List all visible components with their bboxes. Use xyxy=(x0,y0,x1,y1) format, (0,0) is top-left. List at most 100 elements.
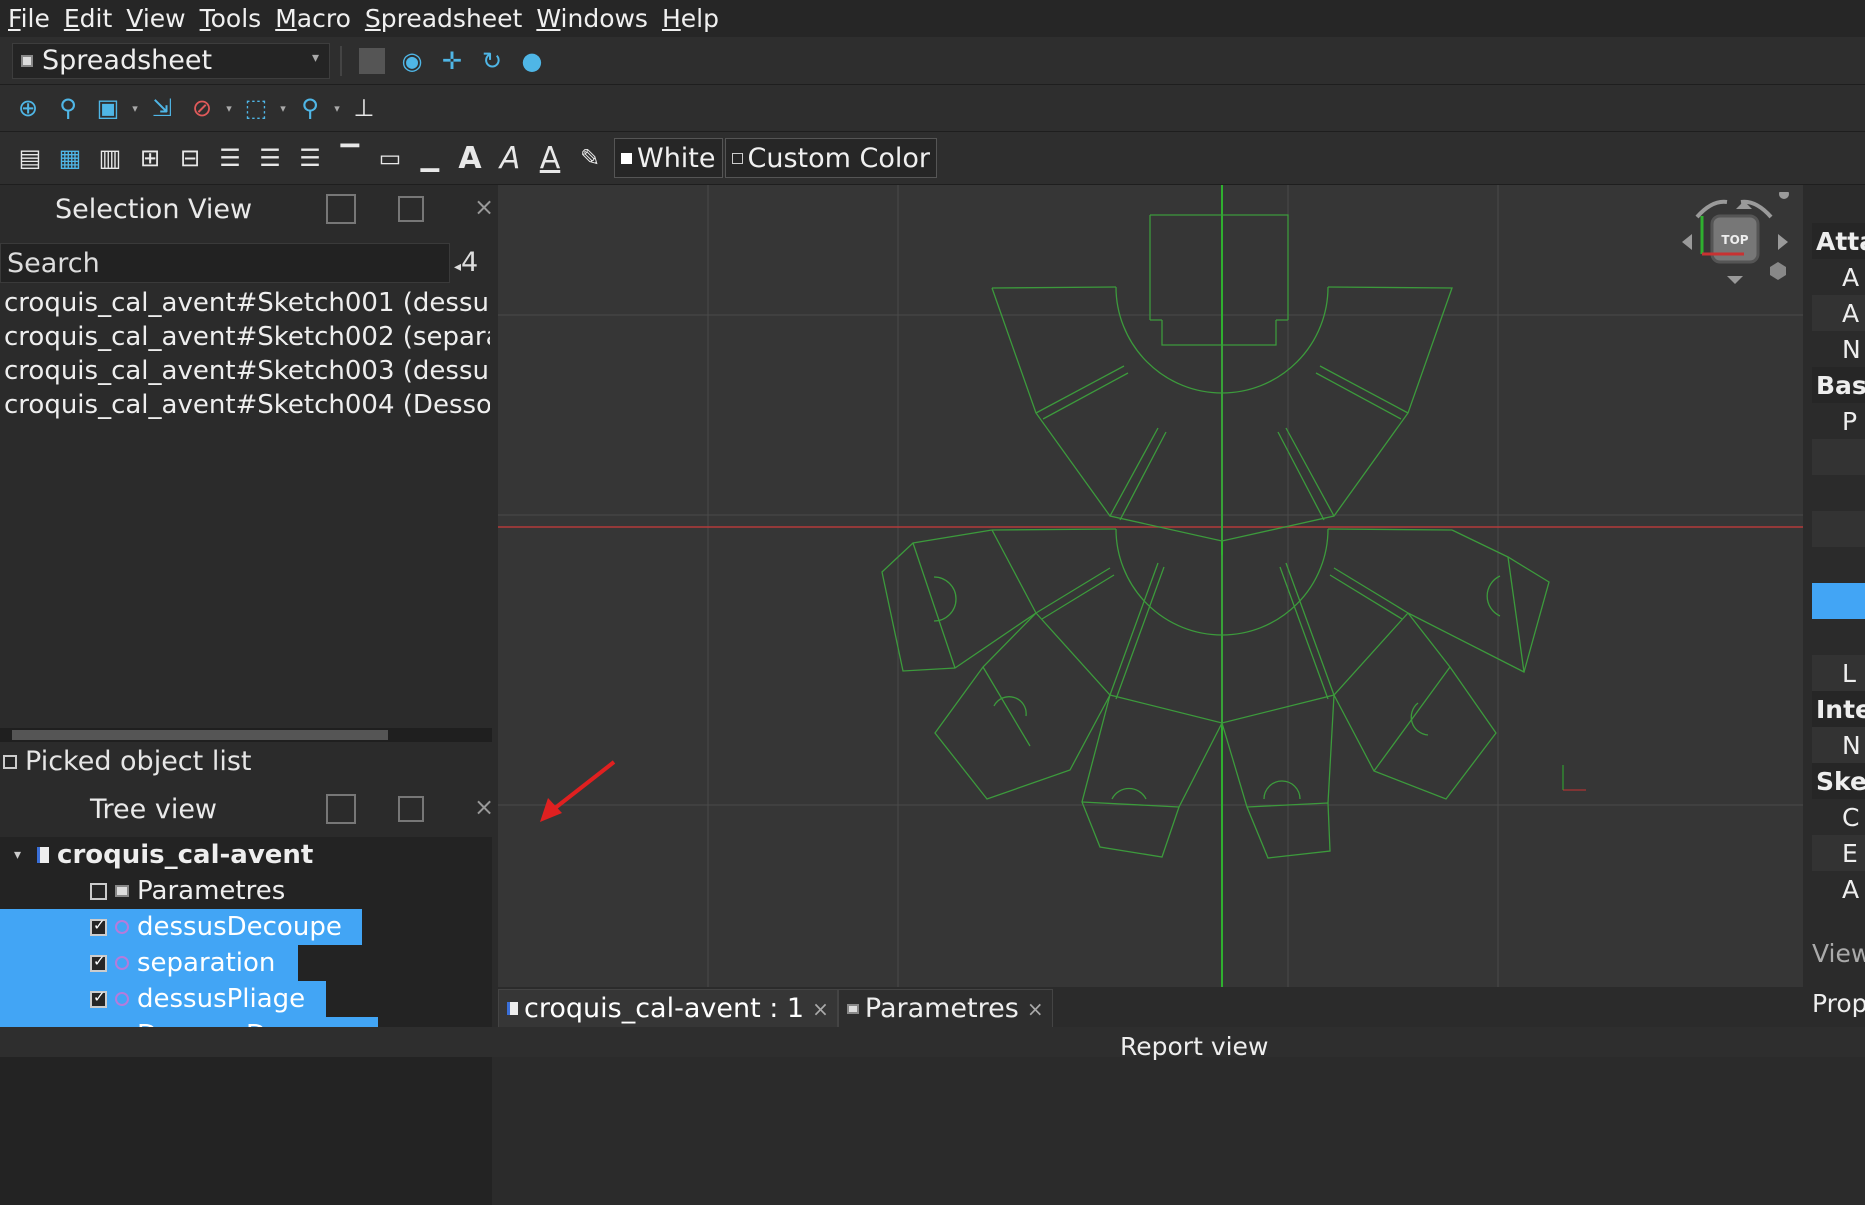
transform-button[interactable]: ✛ xyxy=(434,43,470,79)
tree-item-dessuspliage[interactable]: dessusPliage xyxy=(0,981,326,1017)
close-icon[interactable]: × xyxy=(474,793,494,821)
visibility-checkbox[interactable] xyxy=(90,952,107,972)
property-row[interactable]: C xyxy=(1812,799,1865,835)
background-color-button[interactable]: Custom Color xyxy=(724,138,938,178)
property-row[interactable]: N xyxy=(1812,331,1865,367)
navigation-cube[interactable]: TOP xyxy=(1672,189,1798,322)
property-row[interactable] xyxy=(1812,439,1865,475)
list-item[interactable]: croquis_cal_avent#Sketch003 (dessusPliag… xyxy=(4,354,490,388)
tree-item-dessusdecoupe[interactable]: dessusDecoupe xyxy=(0,909,362,945)
dock-float-icon[interactable] xyxy=(326,794,356,824)
list-item[interactable]: croquis_cal_avent#Sketch004 (DessousDeco… xyxy=(4,388,490,422)
align-top-button[interactable]: ▔ xyxy=(332,140,368,176)
bold-button[interactable]: A xyxy=(452,140,488,176)
align-center-button[interactable]: ☰ xyxy=(252,140,288,176)
align-bottom-button[interactable]: ▁ xyxy=(412,140,448,176)
workbench-selector[interactable]: Spreadsheet ▾ xyxy=(12,42,330,79)
property-group[interactable]: Atta xyxy=(1812,223,1865,259)
split-cell-button[interactable]: ⊟ xyxy=(172,140,208,176)
property-row[interactable]: P xyxy=(1812,403,1865,439)
view-menu-caret[interactable]: ▾ xyxy=(128,90,142,126)
zoom-menu-caret[interactable]: ▾ xyxy=(330,90,344,126)
clear-icon[interactable]: ◂ xyxy=(454,259,461,275)
align-vcenter-button[interactable]: ▭ xyxy=(372,140,408,176)
tree-item-parametres[interactable]: Parametres xyxy=(90,873,370,909)
menu-spreadsheet[interactable]: Spreadsheet xyxy=(365,4,522,33)
property-row[interactable]: L xyxy=(1812,655,1865,691)
box-menu-caret[interactable]: ▾ xyxy=(276,90,290,126)
close-icon[interactable]: × xyxy=(474,193,494,221)
merge-cells-button[interactable]: ⊞ xyxy=(132,140,168,176)
scrollbar-thumb[interactable] xyxy=(12,730,388,740)
property-row[interactable] xyxy=(1812,619,1865,655)
property-row[interactable]: A xyxy=(1812,259,1865,295)
zoom-menu-button[interactable]: ⚲ xyxy=(292,90,328,126)
tab-parametres[interactable]: Parametres × xyxy=(837,989,1053,1027)
menu-windows[interactable]: Windows xyxy=(536,4,648,33)
menu-help[interactable]: Help xyxy=(662,4,719,33)
tree-item-separation[interactable]: separation xyxy=(0,945,298,981)
align-right-button[interactable]: ☰ xyxy=(292,140,328,176)
menu-tools[interactable]: Tools xyxy=(200,4,262,33)
arrow-left-icon[interactable] xyxy=(1682,234,1692,250)
set-alias-button[interactable]: ✎ xyxy=(572,140,608,176)
italic-button[interactable]: A xyxy=(492,140,528,176)
search-input[interactable]: Search xyxy=(0,243,450,283)
close-icon[interactable]: × xyxy=(812,997,829,1021)
menu-dot-icon[interactable] xyxy=(1779,189,1789,199)
dock-float-icon[interactable] xyxy=(326,194,356,224)
chevron-down-icon[interactable]: ▾ xyxy=(14,847,21,863)
property-group[interactable]: Inte xyxy=(1812,691,1865,727)
property-row[interactable]: A xyxy=(1812,295,1865,331)
list-item[interactable]: croquis_cal_avent#Sketch001 (dessusDecou… xyxy=(4,286,490,320)
menu-macro[interactable]: Macro xyxy=(275,4,351,33)
property-row[interactable]: N xyxy=(1812,727,1865,763)
set-camera-button[interactable]: ⇲ xyxy=(144,90,180,126)
underline-button[interactable]: A xyxy=(532,140,568,176)
property-group[interactable]: Sket xyxy=(1812,763,1865,799)
property-row-selected[interactable] xyxy=(1812,583,1865,619)
close-icon[interactable]: × xyxy=(1027,997,1044,1021)
3d-viewport[interactable] xyxy=(498,185,1803,987)
dock-detach-icon[interactable] xyxy=(398,796,424,822)
foreground-color-button[interactable]: White xyxy=(614,138,723,178)
navigation-style-button[interactable]: ◉ xyxy=(394,43,430,79)
boolean-button[interactable]: ● xyxy=(514,43,550,79)
picked-checkbox[interactable] xyxy=(3,754,17,769)
tab-property[interactable]: Prop xyxy=(1812,985,1865,1021)
horizontal-scrollbar[interactable] xyxy=(0,728,492,742)
visibility-checkbox[interactable] xyxy=(90,988,107,1008)
dock-detach-icon[interactable] xyxy=(398,196,424,222)
no-draw-button[interactable]: ⊘ xyxy=(184,90,220,126)
property-row[interactable] xyxy=(1812,475,1865,511)
visibility-checkbox[interactable] xyxy=(90,916,107,936)
picked-object-toggle[interactable]: Picked object list xyxy=(3,746,251,777)
draw-style-button[interactable] xyxy=(354,43,390,79)
tab-croquis[interactable]: croquis_cal-avent : 1 × xyxy=(498,989,838,1027)
menu-file[interactable]: File xyxy=(8,4,50,33)
property-row[interactable]: E xyxy=(1812,835,1865,871)
property-row[interactable]: A xyxy=(1812,871,1865,907)
box-select-button[interactable]: ⬚ xyxy=(238,90,274,126)
list-item[interactable]: croquis_cal_avent#Sketch002 (separation) xyxy=(4,320,490,354)
draw-menu-caret[interactable]: ▾ xyxy=(222,90,236,126)
arrow-down-icon[interactable] xyxy=(1727,276,1743,284)
create-sheet-button[interactable]: ▤ xyxy=(12,140,48,176)
visibility-checkbox[interactable] xyxy=(90,882,107,900)
export-button[interactable]: ▥ xyxy=(92,140,128,176)
menu-view[interactable]: View xyxy=(126,4,185,33)
fit-all-button[interactable]: ⊕ xyxy=(10,90,46,126)
isometric-view-button[interactable]: ▣ xyxy=(90,90,126,126)
tab-view[interactable]: View xyxy=(1812,935,1865,971)
property-row[interactable] xyxy=(1812,511,1865,547)
align-left-button[interactable]: ☰ xyxy=(212,140,248,176)
fit-selection-button[interactable]: ⚲ xyxy=(50,90,86,126)
tree-root[interactable]: ▾ croquis_cal-avent xyxy=(14,837,313,873)
rotate-button[interactable]: ↻ xyxy=(474,43,510,79)
small-cube-icon[interactable] xyxy=(1770,262,1786,280)
property-row[interactable] xyxy=(1812,547,1865,583)
menu-edit[interactable]: Edit xyxy=(64,4,112,33)
measure-button[interactable]: ⊥ xyxy=(346,90,382,126)
property-group[interactable]: Base xyxy=(1812,367,1865,403)
import-button[interactable]: ▦ xyxy=(52,140,88,176)
